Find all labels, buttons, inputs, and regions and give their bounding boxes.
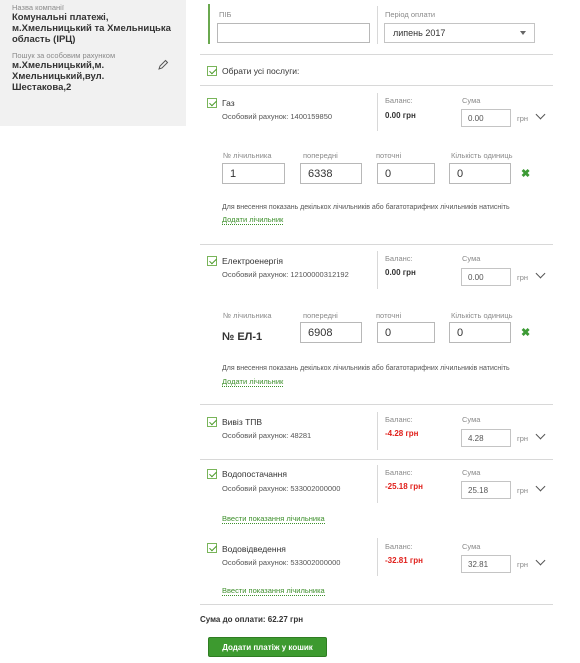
remove-meter-icon[interactable]: ✖ <box>521 169 530 180</box>
amount-input-sewage[interactable]: 32.81 <box>461 555 511 573</box>
chevron-down-icon[interactable] <box>535 268 546 279</box>
currency-label: грн <box>517 273 529 282</box>
enter-readings-link[interactable]: Ввести показання лічильника <box>222 586 325 596</box>
balance-label: Баланс: <box>385 415 413 424</box>
amount-input-electricity[interactable]: 0.00 <box>461 268 511 286</box>
chevron-down-icon[interactable] <box>535 555 546 566</box>
units-input-gas[interactable]: 0 <box>449 163 511 184</box>
divider <box>377 538 378 576</box>
meter-no-label: № лічильника <box>223 151 272 160</box>
service-account-electricity: Особовий рахунок: 12100000312192 <box>222 270 349 279</box>
amount-input-tpv[interactable]: 4.28 <box>461 429 511 447</box>
balance-value-tpv: -4.28 грн <box>385 429 419 438</box>
currency-label: грн <box>517 486 529 495</box>
previous-input-electricity[interactable]: 6908 <box>300 322 362 343</box>
select-all-checkbox[interactable] <box>207 66 217 76</box>
service-name-water-supply: Водопостачання <box>222 469 287 479</box>
account-search-label: Пошук за особовим рахунком <box>12 51 116 60</box>
meter-no-label: № лічильника <box>223 311 272 320</box>
current-input-electricity[interactable]: 0 <box>377 322 435 343</box>
divider <box>377 251 378 289</box>
header-accent-bar <box>208 4 210 44</box>
balance-label: Баланс: <box>385 468 413 477</box>
amount-label: Сума <box>462 415 481 424</box>
amount-input-water-supply[interactable]: 25.18 <box>461 481 511 499</box>
service-name-electricity: Електроенергія <box>222 256 283 266</box>
service-checkbox-tpv[interactable] <box>207 417 217 427</box>
previous-input-gas[interactable]: 6338 <box>300 163 362 184</box>
header-divider <box>377 6 378 44</box>
chevron-down-icon[interactable] <box>535 481 546 492</box>
service-account-tpv: Особовий рахунок: 48281 <box>222 431 312 440</box>
remove-meter-icon[interactable]: ✖ <box>521 328 530 339</box>
current-label: поточні <box>376 151 402 160</box>
service-checkbox-gas[interactable] <box>207 98 217 108</box>
amount-label: Сума <box>462 96 481 105</box>
balance-value-water-supply: -25.18 грн <box>385 482 423 491</box>
meter-no-input-gas[interactable]: 1 <box>222 163 285 184</box>
service-checkbox-sewage[interactable] <box>207 543 217 553</box>
balance-label: Баланс: <box>385 254 413 263</box>
divider <box>200 54 553 55</box>
service-account-water-supply: Особовий рахунок: 533002000000 <box>222 484 341 493</box>
amount-label: Сума <box>462 468 481 477</box>
multi-meter-hint: Для внесення показань декількох лічильни… <box>222 365 510 372</box>
enter-readings-link[interactable]: Ввести показання лічильника <box>222 514 325 524</box>
service-account-sewage: Особовий рахунок: 533002000000 <box>222 558 341 567</box>
amount-input-gas[interactable]: 0.00 <box>461 109 511 127</box>
units-label: Кількість одиниць <box>451 151 513 160</box>
add-meter-link[interactable]: Додати лічильник <box>222 215 284 225</box>
service-checkbox-electricity[interactable] <box>207 256 217 266</box>
previous-label: попередні <box>303 151 338 160</box>
divider <box>200 244 553 245</box>
company-label: Назва компанії <box>12 3 64 12</box>
chevron-down-icon[interactable] <box>535 109 546 120</box>
balance-label: Баланс: <box>385 542 413 551</box>
balance-value-gas: 0.00 грн <box>385 111 416 120</box>
currency-label: грн <box>517 560 529 569</box>
divider <box>200 404 553 405</box>
pib-label: ПІБ <box>219 10 232 19</box>
divider <box>200 604 553 605</box>
divider <box>377 465 378 503</box>
service-name-tpv: Вивіз ТПВ <box>222 417 263 427</box>
pib-input[interactable] <box>217 23 370 43</box>
total-amount: Сума до оплати: 62.27 грн <box>200 615 304 624</box>
current-label: поточні <box>376 311 402 320</box>
period-select[interactable]: липень 2017 <box>384 23 535 43</box>
amount-label: Сума <box>462 542 481 551</box>
select-all-label: Обрати усі послуги: <box>222 66 300 76</box>
current-input-gas[interactable]: 0 <box>377 163 435 184</box>
chevron-down-icon <box>520 31 526 35</box>
balance-value-sewage: -32.81 грн <box>385 556 423 565</box>
account-search-value: м.Хмельницький,м. Хмельницький,вул. Шест… <box>12 60 105 93</box>
period-label: Період оплати <box>385 10 436 19</box>
divider <box>200 459 553 460</box>
chevron-down-icon[interactable] <box>535 429 546 440</box>
service-name-gas: Газ <box>222 98 235 108</box>
multi-meter-hint: Для внесення показань декількох лічильни… <box>222 204 510 211</box>
divider <box>377 93 378 131</box>
previous-label: попередні <box>303 311 338 320</box>
service-name-sewage: Водовідведення <box>222 544 286 554</box>
units-label: Кількість одиниць <box>451 311 513 320</box>
divider <box>377 412 378 450</box>
units-input-electricity[interactable]: 0 <box>449 322 511 343</box>
meter-no-electricity: № ЕЛ-1 <box>222 331 263 343</box>
add-to-cart-button[interactable]: Додати платіж у кошик <box>208 637 327 657</box>
service-checkbox-water-supply[interactable] <box>207 469 217 479</box>
amount-label: Сума <box>462 254 481 263</box>
balance-value-electricity: 0.00 грн <box>385 268 416 277</box>
company-name: Комунальні платежі, м.Хмельницький та Хм… <box>12 12 171 45</box>
edit-pencil-icon[interactable] <box>157 59 169 71</box>
currency-label: грн <box>517 114 529 123</box>
company-sidebar: Назва компанії Комунальні платежі, м.Хме… <box>0 0 186 126</box>
divider <box>200 85 553 86</box>
service-account-gas: Особовий рахунок: 1400159850 <box>222 112 333 121</box>
period-select-value: липень 2017 <box>393 28 446 38</box>
add-meter-link[interactable]: Додати лічильник <box>222 377 284 387</box>
balance-label: Баланс: <box>385 96 413 105</box>
currency-label: грн <box>517 434 529 443</box>
